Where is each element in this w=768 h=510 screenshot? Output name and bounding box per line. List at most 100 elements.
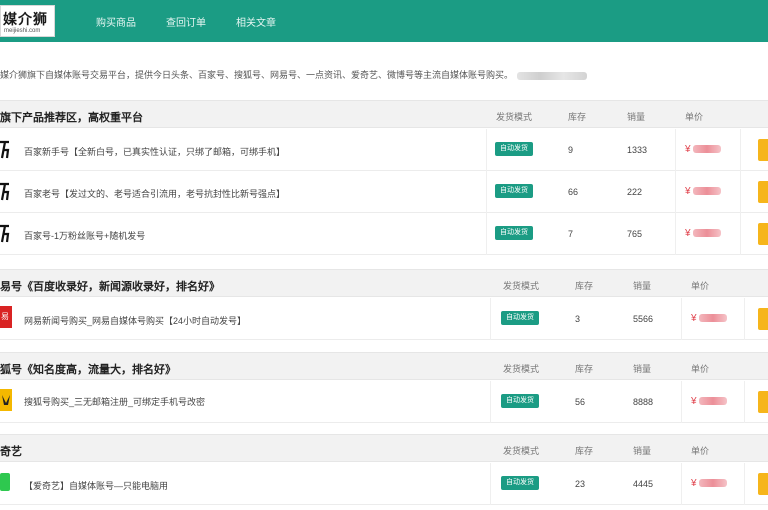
delivery-badge: 自动发货 <box>501 476 539 490</box>
product-row[interactable]: 百家号-1万粉丝账号+随机发号 自动发货 7 765 ¥ <box>0 213 768 255</box>
blurred-price <box>698 479 727 488</box>
stock-value: 9 <box>568 145 574 155</box>
column-divider <box>740 213 741 255</box>
price-value: ¥ <box>691 313 727 324</box>
buy-button[interactable] <box>758 391 768 413</box>
delivery-badge: 自动发货 <box>495 226 533 240</box>
product-row[interactable]: 百家老号【发过文的、老号适合引流用，老号抗封性比新号强点】 自动发货 66 22… <box>0 171 768 213</box>
blurred-price <box>692 229 721 238</box>
price-currency: ¥ <box>691 396 697 407</box>
column-divider <box>486 213 487 255</box>
section-title: 旗下产品推荐区，高权重平台 <box>0 112 143 124</box>
col-header-price: 单价 <box>691 446 710 456</box>
product-name[interactable]: 百家老号【发过文的、老号适合引流用，老号抗封性比新号强点】 <box>24 187 285 200</box>
product-name[interactable]: 百家号-1万粉丝账号+随机发号 <box>24 229 145 242</box>
col-header-stock: 库存 <box>575 364 594 374</box>
blurred-price <box>692 145 721 154</box>
column-divider <box>681 298 682 340</box>
col-header-mode: 发货模式 <box>496 112 533 122</box>
product-row[interactable]: 百家新手号【全新白号，已真实性认证，只绑了邮箱，可绑手机】 自动发货 9 133… <box>0 129 768 171</box>
column-divider <box>490 463 491 505</box>
product-row[interactable]: 易 网易新闻号购买_网易自媒体号购买【24小时自动发号】 自动发货 3 5566… <box>0 298 768 340</box>
col-header-price: 单价 <box>691 281 710 291</box>
nav-check-orders[interactable]: 查回订单 <box>166 14 206 29</box>
column-divider <box>681 381 682 423</box>
baijiahao-icon <box>0 140 10 159</box>
column-divider <box>740 171 741 213</box>
column-divider <box>675 129 676 171</box>
price-value: ¥ <box>691 478 727 489</box>
col-header-price: 单价 <box>691 364 710 374</box>
column-divider <box>486 129 487 171</box>
column-divider <box>740 129 741 171</box>
price-value: ¥ <box>691 396 727 407</box>
col-header-stock: 库存 <box>575 281 594 291</box>
buy-button[interactable] <box>758 473 768 495</box>
sohu-fox-icon <box>0 389 12 411</box>
buy-button[interactable] <box>758 308 768 330</box>
product-name[interactable]: 百家新手号【全新白号，已真实性认证，只绑了邮箱，可绑手机】 <box>24 145 285 158</box>
buy-button[interactable] <box>758 139 768 161</box>
site-intro-text: 媒介狮旗下自媒体账号交易平台，提供今日头条、百家号、搜狐号、网易号、一点资讯、爱… <box>0 70 514 80</box>
product-name[interactable]: 网易新闻号购买_网易自媒体号购买【24小时自动发号】 <box>24 314 246 327</box>
delivery-badge: 自动发货 <box>495 184 533 198</box>
product-name[interactable]: 搜狐号购买_三无邮箱注册_可绑定手机号改密 <box>24 395 205 408</box>
col-header-price: 单价 <box>685 112 704 122</box>
top-navbar: 媒介狮 meijieshi.com 购买商品 查回订单 相关文章 <box>0 0 768 42</box>
blurred-price <box>698 314 727 323</box>
blurred-price <box>698 397 727 406</box>
col-header-stock: 库存 <box>568 112 587 122</box>
col-header-mode: 发货模式 <box>503 364 540 374</box>
col-header-mode: 发货模式 <box>503 281 540 291</box>
site-logo[interactable]: 媒介狮 meijieshi.com <box>0 5 55 37</box>
stock-value: 56 <box>575 397 586 407</box>
column-divider <box>486 171 487 213</box>
col-header-stock: 库存 <box>575 446 594 456</box>
sales-value: 1333 <box>627 145 648 155</box>
column-divider <box>490 298 491 340</box>
sales-value: 8888 <box>633 397 654 407</box>
col-header-mode: 发货模式 <box>503 446 540 456</box>
column-divider <box>490 381 491 423</box>
nav-buy-goods[interactable]: 购买商品 <box>96 14 136 29</box>
section-header: 易号《百度收录好，新闻源收录好，排名好》 发货模式 库存 销量 单价 <box>0 269 768 297</box>
site-intro: 媒介狮旗下自媒体账号交易平台，提供今日头条、百家号、搜狐号、网易号、一点资讯、爱… <box>0 68 588 81</box>
netease-icon: 易 <box>0 306 12 328</box>
blurred-text <box>517 71 588 80</box>
delivery-badge: 自动发货 <box>501 311 539 325</box>
iqiyi-icon <box>0 473 10 491</box>
col-header-sales: 销量 <box>627 112 646 122</box>
section-header: 奇艺 发货模式 库存 销量 单价 <box>0 434 768 462</box>
col-header-sales: 销量 <box>633 364 652 374</box>
nav-related-articles[interactable]: 相关文章 <box>236 14 276 29</box>
buy-button[interactable] <box>758 223 768 245</box>
col-header-sales: 销量 <box>633 281 652 291</box>
column-divider <box>744 381 745 423</box>
price-currency: ¥ <box>685 186 691 197</box>
logo-subtext: meijieshi.com <box>4 28 41 34</box>
product-name[interactable]: 【爱奇艺】自媒体账号—只能电脑用 <box>24 479 168 492</box>
baijiahao-icon <box>0 224 10 243</box>
col-header-sales: 销量 <box>633 446 652 456</box>
stock-value: 23 <box>575 479 586 489</box>
logo-text: 媒介狮 <box>3 12 48 28</box>
column-divider <box>744 298 745 340</box>
product-row[interactable]: 搜狐号购买_三无邮箱注册_可绑定手机号改密 自动发货 56 8888 ¥ <box>0 381 768 423</box>
buy-button[interactable] <box>758 181 768 203</box>
price-value: ¥ <box>685 228 721 239</box>
product-row[interactable]: 【爱奇艺】自媒体账号—只能电脑用 自动发货 23 4445 ¥ <box>0 463 768 505</box>
sales-value: 4445 <box>633 479 654 489</box>
section-header: 狐号《知名度高，流量大，排名好》 发货模式 库存 销量 单价 <box>0 352 768 380</box>
stock-value: 3 <box>575 314 581 324</box>
section-title: 狐号《知名度高，流量大，排名好》 <box>0 364 176 376</box>
price-currency: ¥ <box>685 144 691 155</box>
price-value: ¥ <box>685 186 721 197</box>
blurred-price <box>692 187 721 196</box>
sales-value: 222 <box>627 187 643 197</box>
price-currency: ¥ <box>685 228 691 239</box>
stock-value: 66 <box>568 187 579 197</box>
section-title: 易号《百度收录好，新闻源收录好，排名好》 <box>0 281 220 293</box>
baijiahao-icon <box>0 182 10 201</box>
column-divider <box>675 171 676 213</box>
price-value: ¥ <box>685 144 721 155</box>
